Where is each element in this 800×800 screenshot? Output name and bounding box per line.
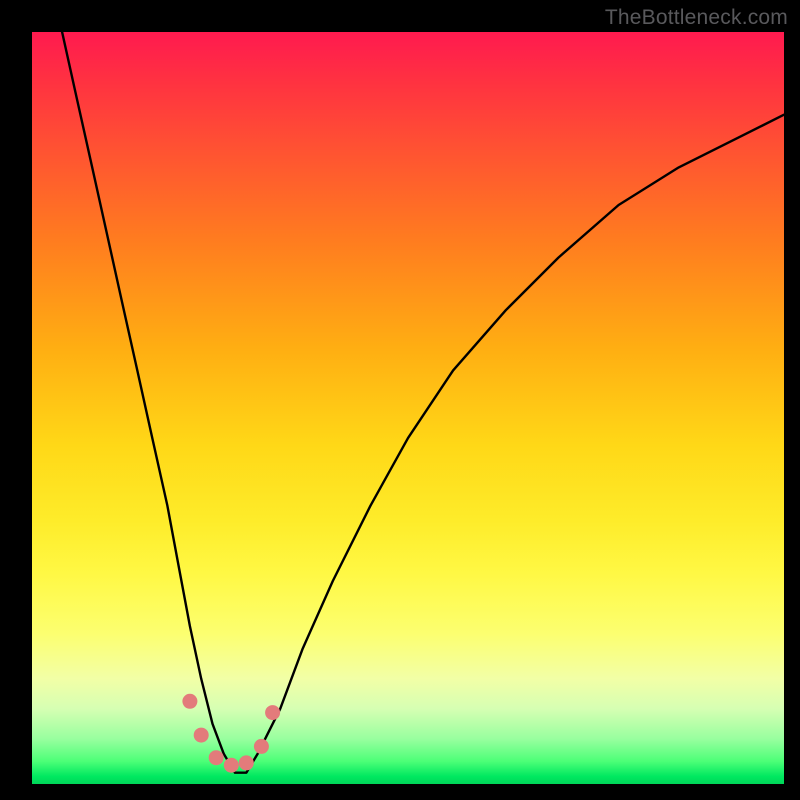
curve-marker [265, 705, 280, 720]
bottleneck-curve [62, 32, 784, 773]
curve-marker [224, 758, 239, 773]
watermark-text: TheBottleneck.com [605, 6, 788, 30]
marker-group [182, 694, 280, 773]
curve-marker [254, 739, 269, 754]
curve-marker [194, 728, 209, 743]
chart-frame: TheBottleneck.com [0, 0, 800, 800]
curve-marker [239, 755, 254, 770]
chart-overlay [32, 32, 784, 784]
curve-marker [209, 750, 224, 765]
curve-marker [182, 694, 197, 709]
